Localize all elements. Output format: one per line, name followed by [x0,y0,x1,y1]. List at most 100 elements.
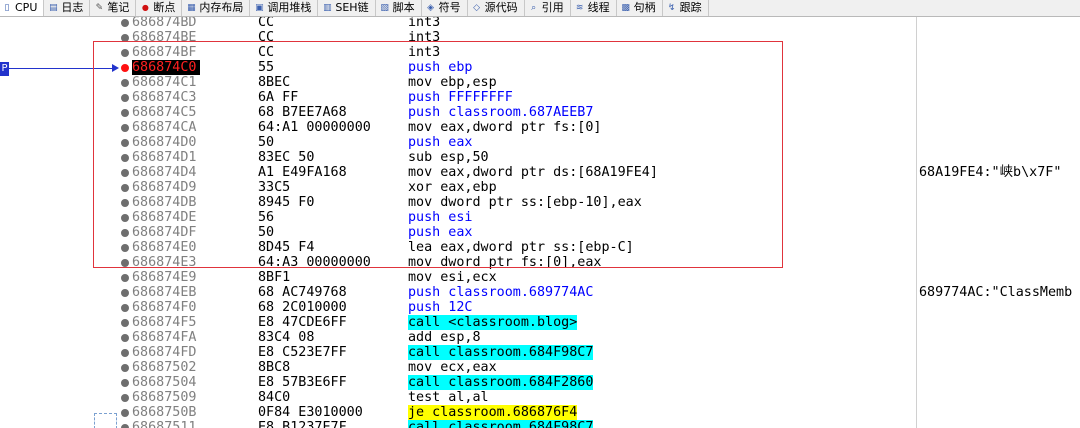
tab-label: SEH链 [335,1,369,14]
disasm-row[interactable]: 686874F5 E8 47CDE6FF call <classroom.blo… [0,315,1080,330]
breakpoint-dot[interactable] [121,139,129,147]
tab-references[interactable]: ⌕ 引用 [525,0,571,16]
address: 686874E0 [132,240,197,255]
disasm-row[interactable]: 686874D0 50 push eax [0,135,1080,150]
breakpoint-dot[interactable] [121,214,129,222]
disasm-row[interactable]: 686874E0 8D45 F4 lea eax,dword ptr ss:[e… [0,240,1080,255]
tab-script[interactable]: ▧ 脚本 [376,0,422,16]
disasm-row[interactable]: 686874C3 6A FF push FFFFFFFF [0,90,1080,105]
tab-call-stack[interactable]: ▣ 调用堆栈 [250,0,319,16]
breakpoint-dot[interactable] [121,424,129,428]
opcode-bytes: 8D45 F4 [258,240,315,255]
breakpoint-dot[interactable] [121,19,129,27]
tab-log[interactable]: ▤ 日志 [44,0,91,16]
disasm-row[interactable]: 686874DB 8945 F0 mov dword ptr ss:[ebp-1… [0,195,1080,210]
breakpoint-dot[interactable] [121,199,129,207]
address: 686874C3 [132,90,197,105]
breakpoint-dot[interactable] [121,409,129,417]
address: 686874C0 [132,60,200,75]
breakpoint-dot[interactable] [121,49,129,57]
disasm-row[interactable]: 68687502 8BC8 mov ecx,eax [0,360,1080,375]
breakpoint-dot[interactable] [121,229,129,237]
breakpoint-dot[interactable] [121,304,129,312]
disasm-row[interactable]: 686874DF 50 push eax [0,225,1080,240]
opcode-bytes: E8 B1237E7F [258,420,347,428]
disasm-row[interactable]: 686874D1 83EC 50 sub esp,50 [0,150,1080,165]
breakpoint-dot[interactable] [121,169,129,177]
breakpoint-icon: ● [141,3,149,12]
instruction: xor eax,ebp [408,180,497,195]
tab-seh[interactable]: ▥ SEH链 [318,0,376,16]
breakpoint-dot[interactable] [121,349,129,357]
tab-cpu[interactable]: ▯ CPU [0,0,45,16]
opcode-bytes: 68 AC749768 [258,285,347,300]
tab-trace[interactable]: ↯ 跟踪 [663,0,709,16]
tab-handles[interactable]: ▩ 句柄 [617,0,663,16]
disasm-row[interactable]: 686874EB 68 AC749768 push classroom.6897… [0,285,1080,300]
disasm-row[interactable]: 686874E3 64:A3 00000000 mov dword ptr fs… [0,255,1080,270]
disasm-row-current[interactable]: 686874C0 55 push ebp [0,60,1080,75]
disasm-row[interactable]: 68687511 E8 B1237E7F call classroom.684F… [0,420,1080,428]
symbols-icon: ◈ [427,3,435,13]
seh-icon: ▥ [323,3,332,13]
tab-breakpoints[interactable]: ● 断点 [136,0,183,16]
breakpoint-dot[interactable] [121,184,129,192]
breakpoint-dot[interactable] [121,319,129,327]
references-icon: ⌕ [531,3,537,13]
breakpoint-dot[interactable] [121,244,129,252]
tab-symbols[interactable]: ◈ 符号 [422,0,468,16]
disasm-row[interactable]: 686874FD E8 C523E7FF call classroom.684F… [0,345,1080,360]
breakpoint-dot[interactable] [121,124,129,132]
disasm-row[interactable]: 686874C5 68 B7EE7A68 push classroom.687A… [0,105,1080,120]
breakpoint-dot[interactable] [121,334,129,342]
opcode-bytes: A1 E49FA168 [258,165,347,180]
disassembly-pane[interactable]: P 686874BD CC int3 686874BE CC int3 6868… [0,17,1080,428]
disasm-row[interactable]: 686874FA 83C4 08 add esp,8 [0,330,1080,345]
disasm-row[interactable]: 686874BF CC int3 [0,45,1080,60]
disasm-row[interactable]: 6868750B 0F84 E3010000 je classroom.6868… [0,405,1080,420]
instruction: int3 [408,45,441,60]
breakpoint-dot[interactable] [121,94,129,102]
disasm-row[interactable]: 686874D4 A1 E49FA168 mov eax,dword ptr d… [0,165,1080,180]
tab-label: 内存布局 [199,1,244,14]
disasm-row[interactable]: 686874BD CC int3 [0,17,1080,30]
disasm-row[interactable]: 686874C1 8BEC mov ebp,esp [0,75,1080,90]
instruction: add esp,8 [408,330,481,345]
breakpoint-dot[interactable] [121,64,129,72]
disasm-row[interactable]: 686874DE 56 push esi [0,210,1080,225]
tab-label: 笔记 [107,1,130,14]
breakpoint-dot[interactable] [121,379,129,387]
disasm-row[interactable]: 686874BE CC int3 [0,30,1080,45]
instruction: push classroom.689774AC [408,285,594,300]
instruction: push esi [408,210,473,225]
tab-notes[interactable]: ✎ 笔记 [90,0,137,16]
breakpoint-dot[interactable] [121,274,129,282]
breakpoint-dot[interactable] [121,394,129,402]
opcode-bytes: 0F84 E3010000 [258,405,363,420]
instruction: mov esi,ecx [408,270,497,285]
address: 686874CA [132,120,197,135]
breakpoint-dot[interactable] [121,364,129,372]
breakpoint-dot[interactable] [121,289,129,297]
jump-line-marker [94,413,117,428]
tab-threads[interactable]: ≋ 线程 [571,0,617,16]
disasm-row[interactable]: 68687504 E8 57B3E6FF call classroom.684F… [0,375,1080,390]
disasm-row[interactable]: 686874F0 68 2C010000 push 12C [0,300,1080,315]
instruction: mov eax,dword ptr ds:[68A19FE4] [408,165,658,180]
tab-source[interactable]: ◇ 源代码 [468,0,525,16]
disasm-row[interactable]: 68687509 84C0 test al,al [0,390,1080,405]
address: 68687509 [132,390,197,405]
instruction: mov eax,dword ptr fs:[0] [408,120,602,135]
breakpoint-dot[interactable] [121,109,129,117]
address: 686874D4 [132,165,197,180]
instruction: push eax [408,225,473,240]
tab-memory-map[interactable]: ▦ 内存布局 [182,0,251,16]
opcode-bytes: 83C4 08 [258,330,315,345]
disasm-row[interactable]: 686874D9 33C5 xor eax,ebp [0,180,1080,195]
disasm-row[interactable]: 686874CA 64:A1 00000000 mov eax,dword pt… [0,120,1080,135]
breakpoint-dot[interactable] [121,79,129,87]
breakpoint-dot[interactable] [121,34,129,42]
breakpoint-dot[interactable] [121,259,129,267]
disasm-row[interactable]: 686874E9 8BF1 mov esi,ecx [0,270,1080,285]
breakpoint-dot[interactable] [121,154,129,162]
